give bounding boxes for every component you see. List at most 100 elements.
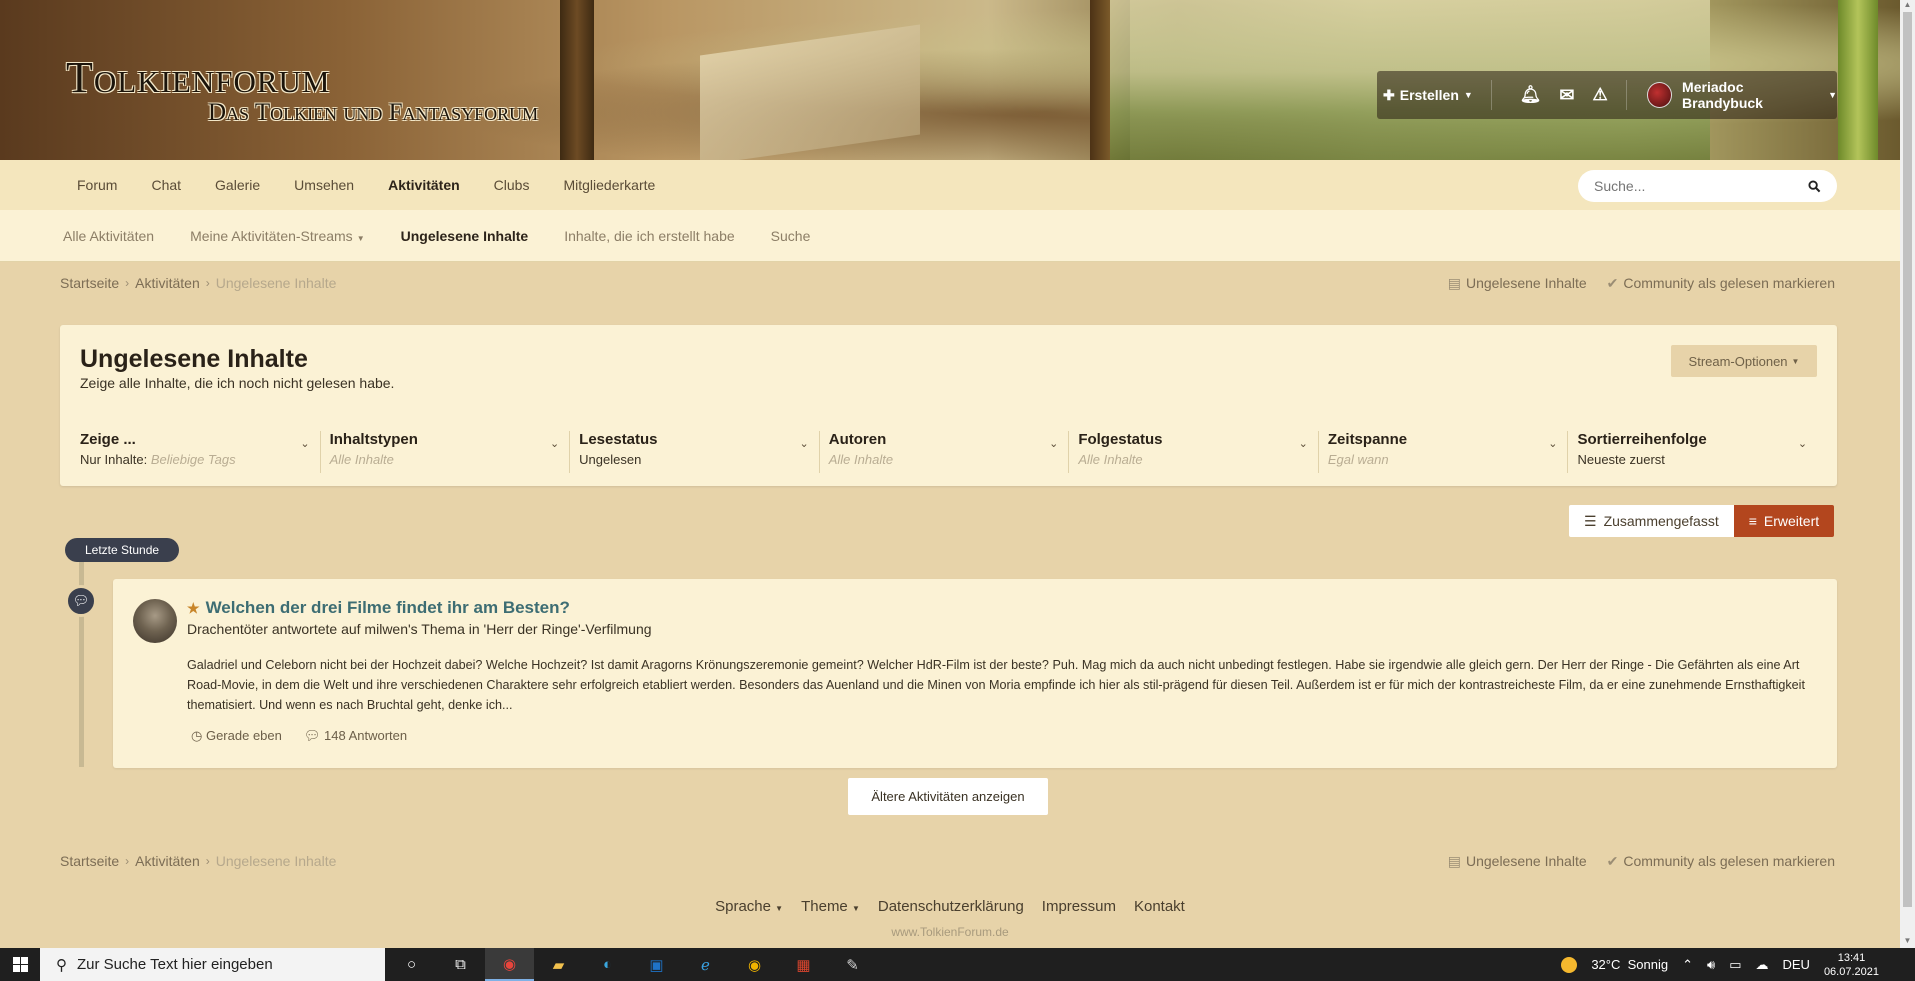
chevron-right-icon: › [125,276,130,290]
file-explorer-icon[interactable]: ▰ [534,948,583,981]
subnav-item-label: Suche [770,228,811,244]
caret-down-icon: ▼ [1828,90,1837,100]
filter-label: Zeige ... [80,431,136,448]
unread-content-link[interactable]: ▤ Ungelesene Inhalte [1448,275,1587,292]
nav-item-4[interactable]: Aktivitäten [371,177,477,193]
clock-icon: ◷ [191,728,203,743]
outlook-icon[interactable]: ▣ [632,948,681,981]
breadcrumb-activities[interactable]: Aktivitäten [135,275,200,291]
subnav-item-0[interactable]: Alle Aktivitäten [45,228,172,244]
breadcrumb-home[interactable]: Startseite [60,853,119,869]
nav-item-5[interactable]: Clubs [477,177,547,193]
scroll-down-icon[interactable]: ▼ [1900,936,1915,948]
sun-icon [1561,956,1578,973]
subnav-item-1[interactable]: Meine Aktivitäten-Streams ▼ [172,228,383,244]
search-icon[interactable] [1808,179,1821,193]
game-app-icon[interactable]: ▦ [779,948,828,981]
page-scrollbar[interactable]: ▲ ▼ [1900,0,1915,948]
edge-icon[interactable]: ◐ [583,948,632,981]
nav-item-0[interactable]: Forum [60,177,134,193]
internet-explorer-icon[interactable]: ℯ [681,948,730,981]
footer-language-label: Sprache [715,898,771,915]
mark-community-read-link[interactable]: ✔ Community als gelesen markieren [1607,275,1835,292]
chevron-down-icon: ⌄ [799,438,809,450]
warning-icon[interactable]: ⚠ [1592,85,1607,105]
keyboard-language[interactable]: DEU [1782,957,1809,972]
filter-2[interactable]: Lesestatus Ungelesen ⌄ [569,431,819,473]
bars-icon: ≡ [1748,513,1757,529]
nav-item-6[interactable]: Mitgliederkarte [546,177,672,193]
filter-1[interactable]: Inhaltstypen Alle Inhalte ⌄ [319,431,570,473]
filter-3[interactable]: Autoren Alle Inhalte ⌄ [818,431,1069,473]
network-icon[interactable]: ▭ [1729,957,1741,973]
unread-content-link[interactable]: ▤ Ungelesene Inhalte [1448,853,1587,870]
search-icon: ⚲ [56,956,67,974]
task-view-icon[interactable]: ⧉ [436,948,485,981]
nav-item-3[interactable]: Umsehen [277,177,371,193]
start-button[interactable] [0,948,40,981]
post-time[interactable]: ◷ Gerade eben [191,728,282,744]
chrome-icon[interactable]: ◉ [485,948,534,981]
author-avatar[interactable] [133,599,177,643]
page-title: Ungelesene Inhalte [80,345,308,373]
subnav-item-3[interactable]: Inhalte, die ich erstellt habe [546,228,752,244]
filter-label: Sortierreihenfolge [1577,431,1707,448]
caret-down-icon: ▼ [356,234,365,243]
taskbar-search[interactable]: ⚲ Zur Suche Text hier eingeben [40,948,385,981]
post-title-link[interactable]: ★ Welchen der drei Filme findet ihr am B… [187,598,570,618]
chrome-alt-icon[interactable]: ◉ [730,948,779,981]
footer-privacy-link[interactable]: Datenschutzerklärung [878,898,1024,915]
paint-app-icon[interactable]: ✎ [828,948,877,981]
cloud-icon[interactable]: ☁ [1755,957,1768,973]
filter-placeholder-text: Egal wann [1327,452,1389,467]
cortana-icon[interactable]: ○ [387,948,436,981]
breadcrumb-home[interactable]: Startseite [60,275,119,291]
subnav-item-label: Alle Aktivitäten [63,228,155,244]
nav-item-1[interactable]: Chat [134,177,198,193]
subnav-item-4[interactable]: Suche [753,228,829,244]
chevron-down-icon: ⌄ [1298,438,1308,450]
filter-0[interactable]: Zeige ... Nur Inhalte: Beliebige Tags ⌄ [80,431,320,473]
logo-main-text: Tolkienforum [66,53,331,102]
scrollbar-thumb[interactable] [1903,12,1912,907]
filter-5[interactable]: Zeitspanne Egal wann ⌄ [1317,431,1568,473]
view-expanded-button[interactable]: ≡ Erweitert [1733,505,1835,537]
mark-community-read-link[interactable]: ✔ Community als gelesen markieren [1607,853,1835,870]
nav-item-2[interactable]: Galerie [198,177,277,193]
activity-item: ★ Welchen der drei Filme findet ihr am B… [113,579,1837,768]
breadcrumb-actions-bottom: ▤ Ungelesene Inhalte ✔ Community als geles… [1448,853,1835,870]
create-menu-button[interactable]: ✚ Erstellen ▼ [1377,80,1492,110]
filter-value: Neueste zuerst [1577,452,1807,467]
clock[interactable]: 13:41 06.07.2021 [1824,951,1879,979]
bell-icon[interactable]: 🔔︎ [1520,85,1542,105]
post-excerpt: Galadriel und Celeborn nicht bei der Hoc… [187,658,1805,712]
subnav-item-label: Ungelesene Inhalte [400,228,529,244]
time-group-badge: Letzte Stunde [65,538,180,562]
filter-placeholder-text: Alle Inhalte [329,452,394,467]
load-older-button[interactable]: Ältere Aktivitäten anzeigen [848,778,1048,815]
footer-contact-link[interactable]: Kontakt [1134,898,1185,915]
user-menu-button[interactable]: Meriadoc Brandybuck ▼ [1627,79,1837,111]
weather-text[interactable]: 32°C Sonnig [1591,957,1668,972]
newspaper-icon: ▤ [1447,275,1461,291]
chevron-down-icon: ⌄ [1049,438,1059,450]
user-avatar [1646,82,1673,108]
star-icon: ★ [187,599,200,616]
volume-icon[interactable]: 🔊︎ [1707,957,1715,973]
filter-4[interactable]: Folgestatus Alle Inhalte ⌄ [1068,431,1318,473]
header-artwork [1838,0,1878,160]
filter-6[interactable]: Sortierreihenfolge Neueste zuerst ⌄ [1567,431,1817,473]
site-logo[interactable]: Tolkienforum Das Tolkien und Fantasyforu… [66,52,538,127]
chevron-up-icon[interactable]: ⌃ [1682,957,1693,973]
scroll-up-icon[interactable]: ▲ [1900,0,1915,12]
view-condensed-button[interactable]: ☰ Zusammengefasst [1569,505,1734,537]
stream-options-button[interactable]: Stream-Optionen ▼ [1671,345,1817,377]
footer-imprint-link[interactable]: Impressum [1042,898,1116,915]
envelope-icon[interactable]: ✉ [1559,85,1574,106]
subnav-item-2[interactable]: Ungelesene Inhalte [383,228,547,244]
footer-theme-menu[interactable]: Theme ▼ [801,898,860,915]
post-replies[interactable]: 💬︎ 148 Antworten [304,728,407,744]
breadcrumb-activities[interactable]: Aktivitäten [135,853,200,869]
search-input[interactable] [1594,178,1808,194]
footer-language-menu[interactable]: Sprache ▼ [715,898,783,915]
